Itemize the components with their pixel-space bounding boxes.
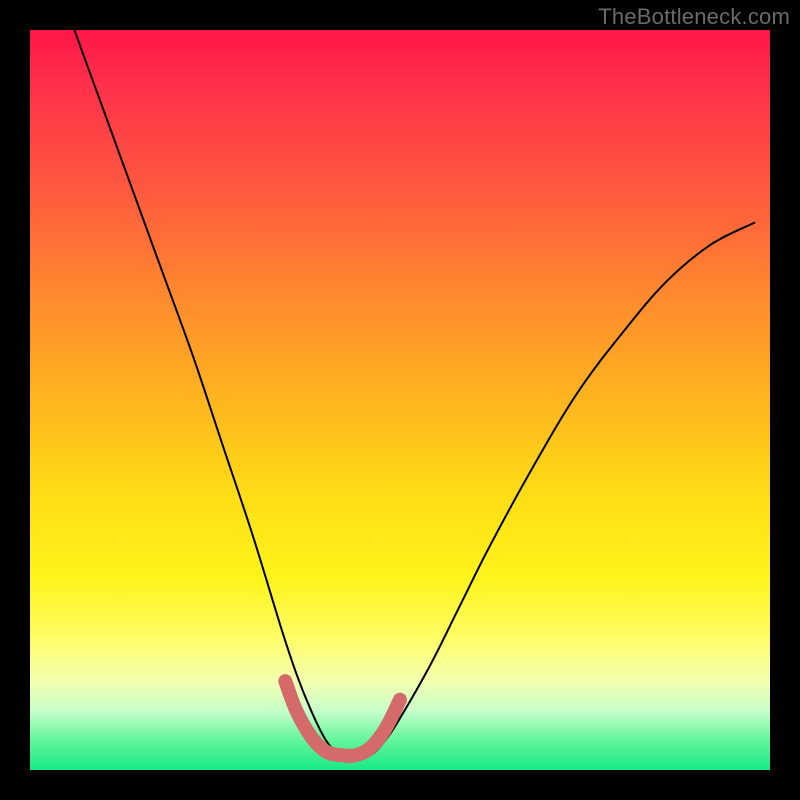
- plot-area: [30, 30, 770, 770]
- curve-layer: [30, 30, 770, 770]
- bottleneck-curve: [74, 30, 755, 756]
- watermark-text: TheBottleneck.com: [598, 4, 790, 30]
- plot-bottom-border: [30, 770, 770, 774]
- chart-root: TheBottleneck.com: [0, 0, 800, 800]
